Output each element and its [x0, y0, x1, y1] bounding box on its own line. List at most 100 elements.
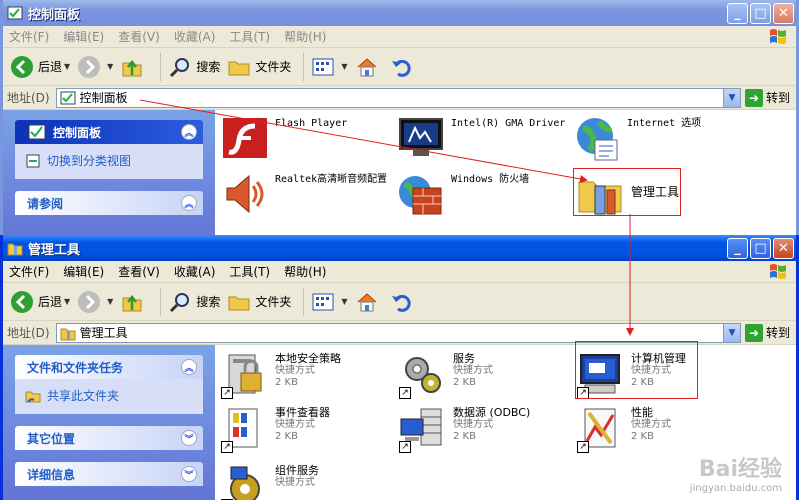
item-internet-options[interactable]: Internet 选项 — [573, 116, 701, 164]
back-button[interactable]: 后退 ▼ — [9, 54, 70, 80]
close-button[interactable]: ✕ — [773, 2, 794, 24]
go-button[interactable]: ➜ 转到 — [744, 323, 790, 342]
monitor-icon — [397, 116, 445, 164]
share-folder-link[interactable]: 共享此文件夹 — [25, 387, 193, 404]
menu-tools[interactable]: 工具(T) — [229, 263, 270, 280]
maximize-button[interactable]: □ — [750, 2, 771, 24]
views-button[interactable]: ▼ — [310, 289, 348, 315]
address-input[interactable]: 控制面板 ▼ — [55, 87, 741, 108]
up-folder-button[interactable] — [119, 289, 148, 315]
item-intel-gma-driver[interactable]: Intel(R) GMA Driver — [397, 116, 565, 164]
minimize-button[interactable]: _ — [727, 2, 748, 24]
item-name: 数据源 (ODBC) — [453, 406, 531, 419]
panel-header[interactable]: 请参阅 ︽ — [15, 191, 203, 215]
switch-to-category-view-link[interactable]: 切换到分类视图 — [25, 152, 193, 169]
back-label: 后退 — [38, 60, 63, 74]
panel-header[interactable]: 文件和文件夹任务 ︽ — [15, 355, 203, 379]
address-dropdown-button[interactable]: ▼ — [722, 323, 740, 342]
up-folder-button[interactable] — [119, 54, 148, 80]
item-size: 2 KB — [275, 431, 298, 442]
shortcut-arrow-icon: ↗ — [577, 441, 589, 453]
menu-view[interactable]: 查看(V) — [118, 263, 160, 280]
home-button[interactable] — [354, 54, 383, 80]
collapse-chevron-icon[interactable]: ︽ — [181, 195, 197, 211]
undo-button[interactable] — [389, 54, 418, 80]
address-dropdown-button[interactable]: ▼ — [722, 88, 740, 107]
item-event-viewer[interactable]: ↗ 事件查看器 快捷方式 2 KB — [221, 405, 330, 453]
go-button[interactable]: ➜ 转到 — [744, 88, 790, 107]
views-button[interactable]: ▼ — [310, 54, 348, 80]
collapse-chevron-icon[interactable]: ︽ — [181, 124, 197, 140]
panel-header[interactable]: 其它位置 ︾ — [15, 426, 203, 450]
forward-arrow-icon — [76, 289, 102, 315]
item-name: 组件服务 — [275, 464, 319, 477]
menu-edit[interactable]: 编辑(E) — [63, 263, 104, 280]
folders-label: 文件夹 — [255, 295, 292, 309]
menu-edit[interactable]: 编辑(E) — [63, 28, 104, 45]
address-input[interactable]: 管理工具 ▼ — [55, 322, 741, 343]
database-server-icon: ↗ — [399, 405, 447, 453]
item-label: Windows 防火墙 — [451, 174, 530, 185]
window-title: 管理工具 — [28, 242, 81, 258]
close-button[interactable]: ✕ — [773, 237, 794, 259]
folders-button[interactable]: 文件夹 — [226, 289, 291, 315]
title-bar[interactable]: 管理工具 _ □ ✕ — [3, 235, 796, 261]
globe-icon — [573, 116, 621, 164]
views-icon — [310, 289, 336, 315]
folders-button[interactable]: 文件夹 — [226, 54, 291, 80]
item-performance[interactable]: ↗ 性能 快捷方式 2 KB — [577, 405, 671, 453]
folder-icon — [226, 289, 252, 315]
item-label: Intel(R) GMA Driver — [451, 118, 566, 129]
search-button[interactable]: 搜索 — [167, 289, 220, 315]
firewall-icon — [397, 172, 445, 220]
undo-button[interactable] — [389, 289, 418, 315]
item-type: 快捷方式 — [275, 365, 315, 376]
panel-title: 文件和文件夹任务 — [27, 360, 124, 375]
item-local-security-policy[interactable]: ↗ 本地安全策略 快捷方式 2 KB — [221, 351, 341, 399]
collapse-chevron-icon[interactable]: ︾ — [181, 430, 197, 446]
menu-favorites[interactable]: 收藏(A) — [174, 28, 216, 45]
item-flash-player[interactable]: Flash Player — [221, 116, 347, 164]
item-label: Realtek高清晰音频配置 — [275, 174, 388, 185]
menu-file[interactable]: 文件(F) — [9, 263, 49, 280]
menu-file[interactable]: 文件(F) — [9, 28, 49, 45]
item-size: 2 KB — [453, 431, 476, 442]
details-panel: 详细信息 ︾ — [15, 462, 203, 486]
menu-favorites[interactable]: 收藏(A) — [174, 263, 216, 280]
item-type: 快捷方式 — [275, 477, 315, 488]
item-type: 快捷方式 — [453, 365, 493, 376]
window-title: 控制面板 — [28, 7, 81, 23]
see-also-panel: 请参阅 ︽ — [15, 191, 203, 215]
undo-icon — [389, 54, 415, 80]
minimize-button[interactable]: _ — [727, 237, 748, 259]
menu-help[interactable]: 帮助(H) — [284, 263, 326, 280]
item-services[interactable]: ↗ 服务 快捷方式 2 KB — [399, 351, 493, 399]
item-data-sources-odbc[interactable]: ↗ 数据源 (ODBC) 快捷方式 2 KB — [399, 405, 530, 453]
item-windows-firewall[interactable]: Windows 防火墙 — [397, 172, 529, 220]
title-bar[interactable]: 控制面板 _ □ ✕ — [3, 0, 796, 26]
panel-header[interactable]: 控制面板 ︽ — [15, 120, 203, 144]
control-panel-icon — [28, 124, 46, 140]
control-panel-window: 控制面板 _ □ ✕ 文件(F) 编辑(E) 查看(V) 收藏(A) 工具(T)… — [0, 0, 799, 240]
task-pane: 控制面板 ︽ 切换到分类视图 请参阅 ︽ — [3, 110, 215, 240]
menu-view[interactable]: 查看(V) — [118, 28, 160, 45]
maximize-button[interactable]: □ — [750, 237, 771, 259]
item-realtek-audio[interactable]: Realtek高清晰音频配置 — [221, 172, 391, 220]
back-button[interactable]: 后退 ▼ — [9, 289, 70, 315]
home-button[interactable] — [354, 289, 383, 315]
collapse-chevron-icon[interactable]: ︾ — [181, 466, 197, 482]
address-value: 控制面板 — [79, 91, 128, 105]
panel-header[interactable]: 详细信息 ︾ — [15, 462, 203, 486]
forward-button[interactable]: ▼ — [76, 289, 113, 315]
file-folder-tasks-panel: 文件和文件夹任务 ︽ 共享此文件夹 — [15, 355, 203, 414]
item-component-services[interactable]: ↗ 组件服务 快捷方式 — [221, 463, 319, 500]
menu-help[interactable]: 帮助(H) — [284, 28, 326, 45]
forward-button[interactable]: ▼ — [76, 54, 113, 80]
search-button[interactable]: 搜索 — [167, 54, 220, 80]
control-panel-icon — [60, 91, 76, 104]
shortcut-arrow-icon: ↗ — [399, 441, 411, 453]
item-name: 本地安全策略 — [275, 352, 341, 365]
menu-tools[interactable]: 工具(T) — [229, 28, 270, 45]
collapse-chevron-icon[interactable]: ︽ — [181, 359, 197, 375]
address-bar: 地址(D) 控制面板 ▼ ➜ 转到 — [3, 86, 796, 110]
